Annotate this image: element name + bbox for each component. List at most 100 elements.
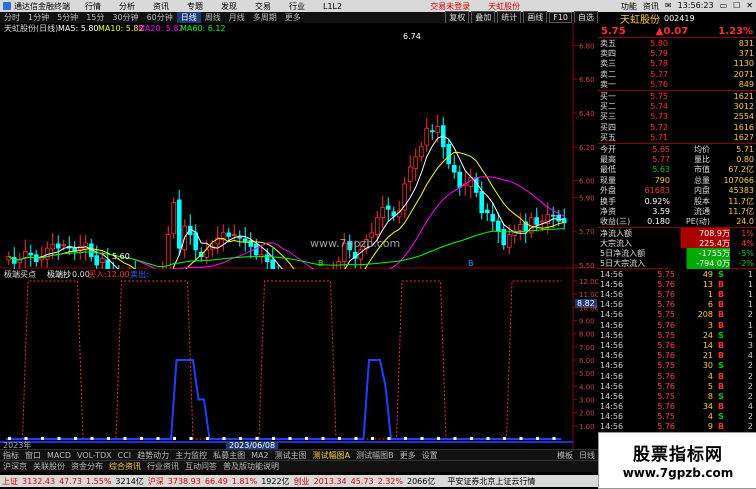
tab2-news[interactable]: 综合资讯 bbox=[106, 461, 144, 472]
period-5min[interactable]: 5分钟 bbox=[53, 12, 82, 23]
indicator-y-tick-label: 10.00 bbox=[579, 304, 598, 312]
period-fenshi[interactable]: 分时 bbox=[0, 12, 24, 23]
candle-body bbox=[506, 234, 512, 248]
period-week[interactable]: 周线 bbox=[201, 12, 225, 23]
trade-count: 2 bbox=[747, 381, 753, 391]
period-month[interactable]: 月线 bbox=[225, 12, 249, 23]
candle-body bbox=[264, 254, 270, 263]
signal-dot bbox=[206, 437, 209, 440]
bid-label: 买四 bbox=[600, 122, 616, 132]
period-multi[interactable]: 多周期 bbox=[249, 12, 281, 23]
indicator-y-tick-label: 7.00 bbox=[579, 344, 595, 352]
trade-row: 14:56 5.75 8 S 2 bbox=[598, 391, 756, 401]
menu-industry[interactable]: 行业 bbox=[280, 1, 314, 12]
tab2-related[interactable]: 关联股份 bbox=[30, 461, 68, 472]
index-hs-amt: 1922亿 bbox=[261, 476, 290, 486]
menu-l1l2[interactable]: L1L2 bbox=[314, 2, 351, 11]
trade-direction: B bbox=[717, 300, 725, 310]
period-1min[interactable]: 1分钟 bbox=[24, 12, 53, 23]
flow-pct: 4% bbox=[741, 238, 754, 248]
minimize-icon[interactable]: ▭ bbox=[717, 1, 731, 12]
bid-price: 5.71 bbox=[650, 133, 668, 143]
ask-row: 卖二 5.77 2071 bbox=[598, 69, 756, 79]
buy-marker-2: B bbox=[468, 259, 474, 268]
menu-discover[interactable]: 发现 bbox=[212, 1, 246, 12]
ma10-label: MA10: 5.82 bbox=[98, 24, 144, 33]
tab2-industry-news[interactable]: 行业资讯 bbox=[144, 461, 182, 472]
trade-volume: 1 bbox=[707, 290, 713, 299]
trade-price: 5.76 bbox=[657, 402, 675, 412]
menu-function[interactable]: 功能 bbox=[618, 1, 640, 12]
trade-volume: 8 bbox=[707, 391, 713, 401]
ask-volume: 2071 bbox=[733, 69, 754, 79]
menu-quote[interactable]: 行情 bbox=[76, 1, 110, 12]
menu-news[interactable]: 资讯 bbox=[144, 1, 178, 12]
stat-row: 最高 5.77 量比 0.80 bbox=[598, 154, 756, 164]
trade-volume: 5 bbox=[707, 381, 713, 391]
trade-row: 14:56 5.75 208 B 2 bbox=[598, 310, 756, 320]
stat-key-2: 股本 bbox=[694, 196, 710, 206]
indicator-y-tick-label: 8.00 bbox=[579, 331, 595, 339]
trade-login-status[interactable]: 交易未登录 bbox=[421, 1, 479, 12]
tab2-help[interactable]: 普及版功能说明 bbox=[220, 461, 282, 472]
trade-price: 5.76 bbox=[657, 371, 675, 381]
trade-count: 2 bbox=[747, 412, 753, 422]
index-hs-label[interactable]: 沪深 bbox=[146, 476, 166, 487]
menu-topic[interactable]: 专题 bbox=[178, 1, 212, 12]
trade-direction: B bbox=[717, 351, 725, 361]
period-day[interactable]: 日线 bbox=[176, 12, 201, 23]
close-icon[interactable]: ✕ bbox=[743, 1, 756, 12]
bid-row: 买三 5.73 2554 bbox=[598, 112, 756, 122]
stat-value: 5.77 bbox=[652, 154, 670, 164]
period-15min[interactable]: 15分 bbox=[82, 12, 108, 23]
ask-row: 卖五 5.80 831 bbox=[598, 38, 756, 48]
trade-time: 14:56 bbox=[600, 391, 624, 401]
f10-button[interactable]: F10 bbox=[549, 12, 572, 23]
signal-dot bbox=[420, 437, 424, 440]
menu-trade[interactable]: 交易 bbox=[246, 1, 280, 12]
data-source: 平安证券北京上证云行情 bbox=[447, 476, 536, 486]
period-30min[interactable]: 30分钟 bbox=[108, 12, 142, 23]
index-hs-chg: 66.49 bbox=[204, 476, 228, 486]
trade-volume: 24 bbox=[702, 330, 713, 340]
stat-key-2: 量比 bbox=[694, 155, 710, 164]
tab-macd[interactable]: MACD bbox=[44, 451, 74, 460]
trade-time: 14:56 bbox=[600, 412, 624, 422]
trade-direction: B bbox=[717, 310, 725, 320]
tab-cci[interactable]: CCI bbox=[115, 451, 135, 460]
tab2-funds[interactable]: 资金分布 bbox=[68, 461, 106, 472]
bid-price: 5.72 bbox=[650, 122, 668, 132]
candlestick-chart[interactable]: 天虹股份(日线) MA5: 5.80 MA10: 5.82 MA20: 5.82… bbox=[0, 23, 598, 269]
tab-ma2[interactable]: MA2 bbox=[248, 451, 271, 460]
stat-value-2: 24.0 bbox=[736, 217, 754, 227]
menu-analysis[interactable]: 分析 bbox=[110, 1, 144, 12]
indicator-chart[interactable]: 极端买点 极端抄 0.00 买入:12.00 卖出: 8.82 12.0011.… bbox=[0, 269, 598, 449]
menu-info[interactable]: 资讯 bbox=[640, 1, 662, 12]
period-60min[interactable]: 60分钟 bbox=[143, 12, 177, 23]
ask-row: 卖四 5.79 371 bbox=[598, 48, 756, 58]
indicator-y-tick-label: 1.00 bbox=[579, 423, 595, 431]
flow-pct: -5% bbox=[738, 248, 754, 258]
stock-name: 天虹股份 bbox=[620, 15, 660, 26]
main-y-tick-label: 6.60 bbox=[579, 76, 595, 84]
indicator-tag: 极端抄 bbox=[47, 269, 71, 279]
signal-dot bbox=[74, 437, 77, 440]
tab-vol-tdx[interactable]: VOL-TDX bbox=[74, 451, 115, 460]
tab2-qa[interactable]: 互动问答 bbox=[182, 461, 220, 472]
trade-time: 14:56 bbox=[600, 320, 624, 330]
tab2-market[interactable]: 沪深京 bbox=[0, 461, 30, 472]
index-hs-value: 3738.93 bbox=[167, 476, 201, 486]
index-sh-label[interactable]: 上证 bbox=[0, 476, 20, 487]
signal-dot bbox=[272, 437, 275, 440]
stat-value: 0.92% bbox=[644, 196, 670, 206]
ma60-label: MA60: 6.12 bbox=[180, 24, 226, 33]
candle-body bbox=[55, 243, 61, 249]
flow-row: 5日净流入额 -1755万 -5% bbox=[598, 247, 756, 259]
period-more[interactable]: 更多 bbox=[281, 12, 305, 23]
index-cy-label[interactable]: 创业 bbox=[292, 476, 312, 487]
trade-volume: 9 bbox=[707, 422, 713, 432]
maximize-icon[interactable]: ☐ bbox=[730, 1, 743, 12]
trade-volume: 13 bbox=[702, 279, 713, 289]
bid-volume: 2554 bbox=[733, 112, 754, 122]
mail-icon[interactable]: ✉ bbox=[662, 1, 675, 12]
